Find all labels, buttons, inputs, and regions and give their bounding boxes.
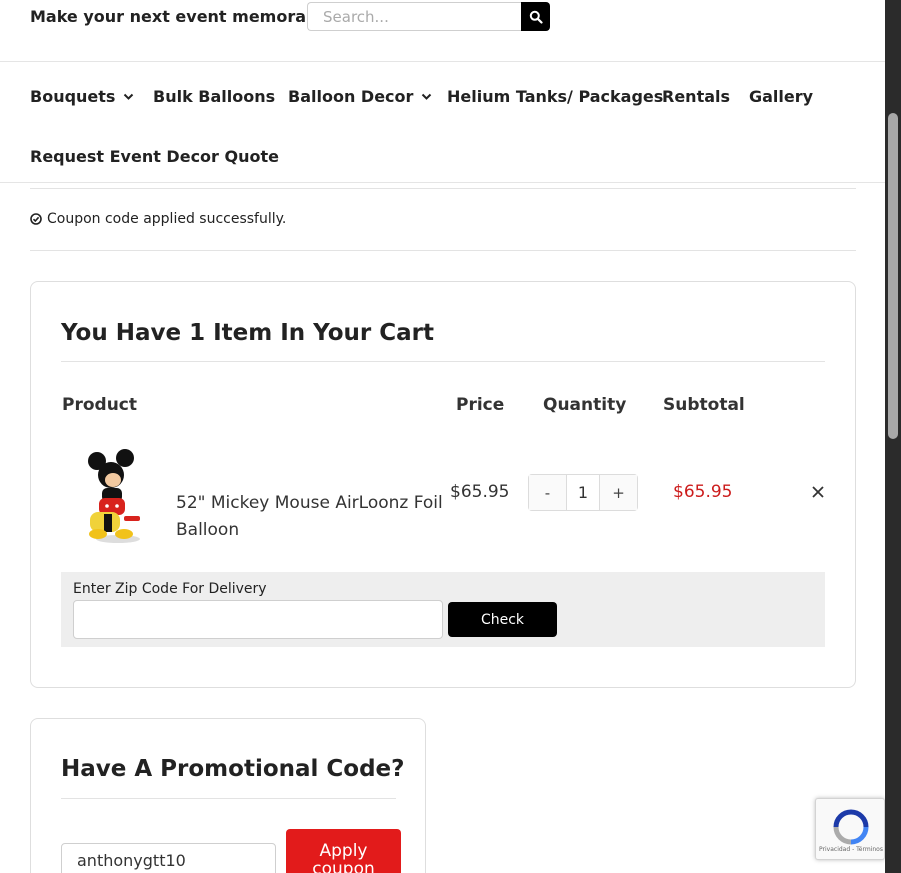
coupon-code-input[interactable]: anthonygtt10	[61, 843, 276, 873]
quantity-increment-button[interactable]: +	[600, 475, 637, 510]
nav-item-bulk-balloons[interactable]: Bulk Balloons	[153, 87, 275, 106]
nav-item-bouquets[interactable]: Bouquets	[30, 87, 134, 106]
search-input[interactable]	[307, 2, 523, 31]
promo-title: Have A Promotional Code?	[61, 756, 405, 782]
check-zip-button[interactable]: Check	[448, 602, 557, 637]
close-icon	[812, 486, 824, 498]
chevron-down-icon	[123, 93, 134, 101]
nav-item-request-quote[interactable]: Request Event Decor Quote	[30, 147, 279, 166]
coupon-notice: Coupon code applied successfully.	[30, 211, 286, 227]
promo-code-panel: Have A Promotional Code? anthonygtt10 Ap…	[30, 718, 426, 873]
recaptcha-links[interactable]: Privacidad - Términos	[816, 846, 886, 853]
nav-item-balloon-decor[interactable]: Balloon Decor	[288, 87, 432, 106]
zip-code-label: Enter Zip Code For Delivery	[73, 581, 267, 597]
chevron-down-icon	[421, 93, 432, 101]
quantity-input[interactable]: 1	[566, 475, 600, 510]
apply-coupon-button[interactable]: Apply coupon	[286, 829, 401, 873]
search-form	[307, 2, 550, 31]
nav-item-rentals[interactable]: Rentals	[662, 87, 730, 106]
recaptcha-badge[interactable]: Privacidad - Términos	[815, 798, 885, 860]
recaptcha-icon	[833, 809, 869, 845]
nav-label: Bouquets	[30, 87, 116, 106]
quantity-decrement-button[interactable]: -	[529, 475, 566, 510]
nav-label: Helium Tanks/ Packages	[447, 87, 664, 106]
cart-panel: You Have 1 Item In Your Cart Product Pri…	[30, 281, 856, 688]
remove-item-button[interactable]	[810, 484, 826, 500]
nav-label: Gallery	[749, 87, 814, 106]
tagline: Make your next event memorable!	[30, 7, 342, 26]
nav-label: Bulk Balloons	[153, 87, 276, 106]
search-icon	[529, 10, 543, 24]
zip-delivery-box: Enter Zip Code For Delivery Check	[61, 572, 825, 647]
divider	[30, 188, 856, 189]
zip-code-input[interactable]	[73, 600, 443, 639]
product-name-link[interactable]: 52" Mickey Mouse AirLoonz Foil Balloon	[176, 490, 451, 544]
product-image[interactable]	[78, 448, 154, 544]
nav-label: Rentals	[662, 87, 731, 106]
check-circle-icon	[30, 213, 42, 225]
scrollbar-thumb[interactable]	[888, 113, 898, 439]
nav-item-helium-tanks[interactable]: Helium Tanks/ Packages	[447, 87, 663, 106]
quantity-stepper: - 1 +	[528, 474, 638, 511]
cart-title: You Have 1 Item In Your Cart	[61, 320, 434, 346]
search-button[interactable]	[521, 2, 550, 31]
top-bar: Make your next event memorable!	[0, 0, 885, 62]
page-scrollbar[interactable]	[885, 0, 901, 873]
column-header-subtotal: Subtotal	[663, 395, 745, 415]
column-header-product: Product	[62, 395, 137, 415]
divider	[30, 250, 856, 251]
nav-item-gallery[interactable]: Gallery	[749, 87, 813, 106]
nav-label: Request Event Decor Quote	[30, 147, 279, 166]
main-nav: Bouquets Bulk Balloons Balloon Decor Hel…	[0, 62, 885, 183]
nav-label: Balloon Decor	[288, 87, 414, 106]
product-subtotal: $65.95	[673, 482, 733, 502]
divider	[61, 798, 396, 799]
coupon-notice-text: Coupon code applied successfully.	[47, 211, 287, 227]
column-header-price: Price	[456, 395, 505, 415]
column-header-quantity: Quantity	[543, 395, 627, 415]
product-price: $65.95	[450, 482, 510, 502]
divider	[61, 361, 825, 362]
